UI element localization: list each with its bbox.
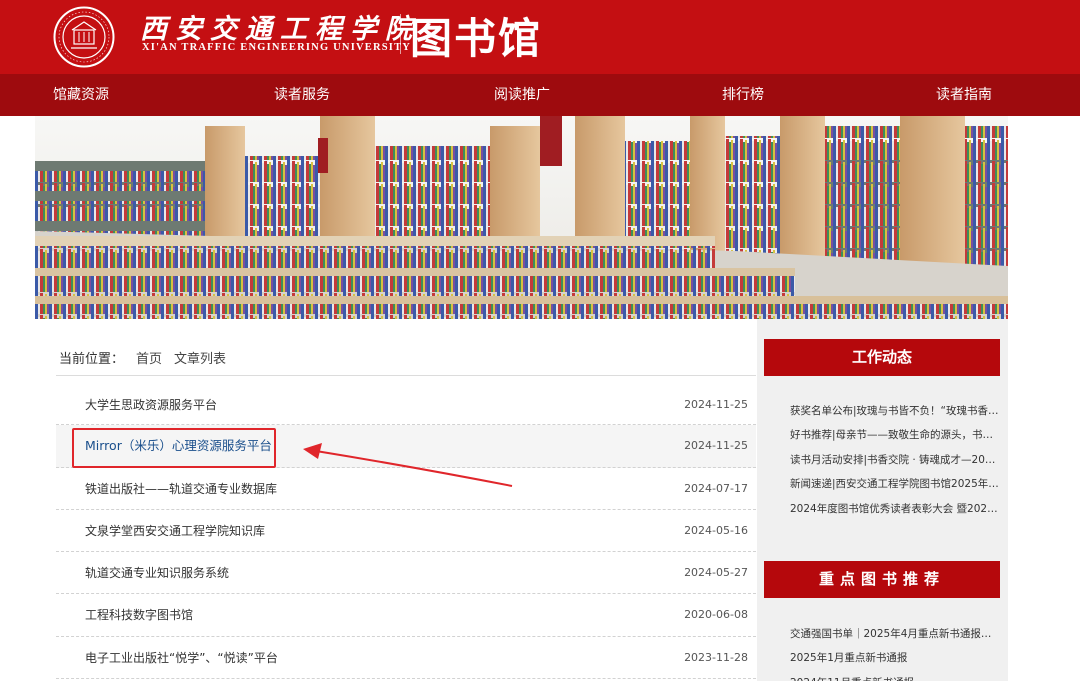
article-title[interactable]: 工程科技数字图书馆: [85, 594, 193, 636]
key-books-item[interactable]: 2025年1月重点新书通报: [764, 646, 1000, 670]
article-row[interactable]: 轨道交通专业知识服务系统 2024-05-27: [56, 552, 756, 595]
article-title[interactable]: 铁道出版社——轨道交通专业数据库: [85, 468, 277, 510]
work-news-item[interactable]: 新闻速递|西安交通工程学院图书馆2025年“世界读书日”: [764, 472, 1000, 496]
work-news-item[interactable]: 好书推荐|母亲节——致敬生命的源头，书写爱的篇章: [764, 423, 1000, 447]
article-date: 2024-11-25: [684, 398, 748, 411]
key-books-item[interactable]: 2024年11月重点新书通报: [764, 671, 1000, 681]
article-row[interactable]: 铁道出版社——轨道交通专业数据库 2024-07-17: [56, 468, 756, 510]
key-books-list: 交通强国书单｜2025年4月重点新书通报（第一期） 2025年1月重点新书通报 …: [764, 622, 1000, 681]
article-row[interactable]: 电子工业出版社“悦学”、“悦读”平台 2023-11-28: [56, 637, 756, 680]
nav-item-collection[interactable]: 馆藏资源: [53, 74, 109, 116]
article-title[interactable]: 电子工业出版社“悦学”、“悦读”平台: [85, 637, 278, 679]
article-date: 2024-05-16: [684, 523, 748, 537]
work-news-item[interactable]: 读书月活动安排|书香交院 · 铸魂成才—2025年读书月: [764, 448, 1000, 472]
list-divider: [56, 375, 756, 376]
header-divider: [400, 14, 401, 54]
article-row[interactable]: 工程科技数字图书馆 2020-06-08: [56, 594, 756, 637]
library-bookshelves-photo: [35, 116, 1008, 319]
breadcrumb: 当前位置： 首页 文章列表: [59, 348, 238, 367]
nav-item-rankings[interactable]: 排行榜: [722, 74, 764, 116]
banner-area: [0, 116, 1080, 319]
nav-item-reader-guide[interactable]: 读者指南: [936, 74, 992, 116]
work-news-list: 获奖名单公布|玫瑰与书皆不负！“玫瑰书香 悦享阅读” 好书推荐|母亲节——致敬生…: [764, 399, 1000, 521]
nav-item-reading-promotion[interactable]: 阅读推广: [494, 74, 550, 116]
key-books-item[interactable]: 交通强国书单｜2025年4月重点新书通报（第一期）: [764, 622, 1000, 646]
breadcrumb-home-link[interactable]: 首页: [136, 352, 162, 367]
article-title[interactable]: 大学生思政资源服务平台: [85, 383, 217, 427]
school-name-en: XI'AN TRAFFIC ENGINEERING UNIVERSITY: [142, 42, 412, 53]
article-row[interactable]: 大学生思政资源服务平台 2024-11-25: [56, 383, 756, 427]
article-date: 2024-05-27: [684, 566, 748, 580]
site-header: 西安交通工程学院 XI'AN TRAFFIC ENGINEERING UNIVE…: [0, 0, 1080, 74]
sidebar: 工作动态 获奖名单公布|玫瑰与书皆不负！“玫瑰书香 悦享阅读” 好书推荐|母亲节…: [757, 319, 1008, 681]
article-title[interactable]: 文泉学堂西安交通工程学院知识库: [85, 510, 265, 552]
article-date: 2020-06-08: [684, 608, 748, 622]
library-title: 图书馆: [410, 14, 543, 63]
work-news-item[interactable]: 获奖名单公布|玫瑰与书皆不负！“玫瑰书香 悦享阅读”: [764, 399, 1000, 423]
sidebar-heading-key-books: 重点图书推荐: [764, 561, 1000, 598]
article-date: 2023-11-28: [684, 650, 748, 664]
sidebar-heading-work-news: 工作动态: [764, 339, 1000, 376]
main-nav: 馆藏资源 读者服务 阅读推广 排行榜 读者指南: [0, 74, 1080, 116]
annotation-highlight-box: [72, 428, 276, 468]
article-title[interactable]: 轨道交通专业知识服务系统: [85, 552, 229, 594]
nav-item-reader-services[interactable]: 读者服务: [274, 74, 330, 116]
article-row[interactable]: 文泉学堂西安交通工程学院知识库 2024-05-16: [56, 510, 756, 553]
breadcrumb-label: 当前位置：: [59, 352, 125, 367]
article-date: 2024-11-25: [684, 439, 748, 453]
work-news-item[interactable]: 2024年度图书馆优秀读者表彰大会 暨2025年读书月启动仪式: [764, 497, 1000, 521]
university-seal-icon[interactable]: [53, 6, 115, 68]
breadcrumb-current[interactable]: 文章列表: [174, 352, 226, 367]
school-name-cn: 西安交通工程学院: [140, 14, 420, 45]
article-date: 2024-07-17: [684, 481, 748, 495]
